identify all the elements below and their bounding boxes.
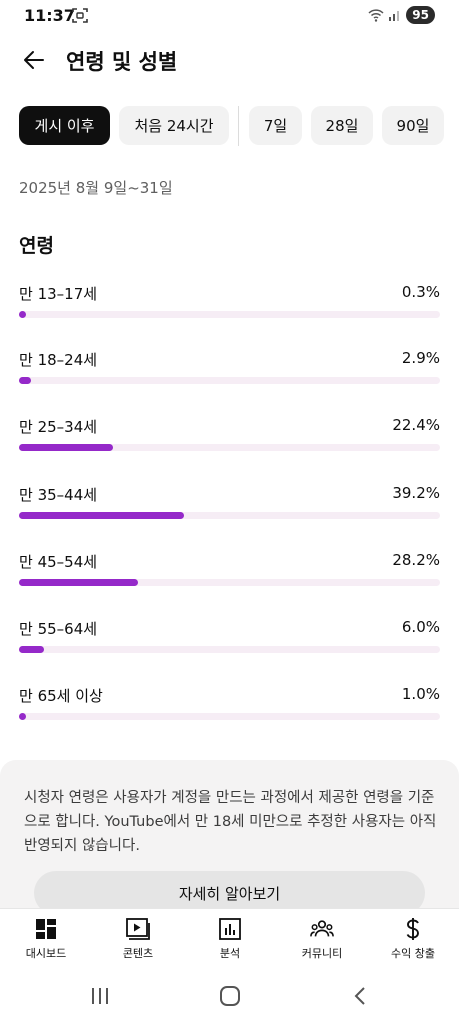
info-text: 시청자 연령은 사용자가 계정을 만드는 과정에서 제공한 연령을 기준으로 합…: [24, 790, 437, 854]
age-label: 만 35–44세: [19, 486, 98, 504]
age-row: 만 13–17세 0.3%: [19, 283, 440, 323]
age-row: 만 65세 이상 1.0%: [19, 685, 440, 725]
chip-7-days[interactable]: 7일: [249, 106, 302, 145]
nav-label: 콘텐츠: [122, 947, 154, 960]
age-label: 만 25–34세: [19, 418, 98, 436]
age-percent: 0.3%: [401, 283, 440, 301]
bar-fill: [19, 444, 114, 451]
bar-fill: [19, 311, 26, 318]
bar-track: [19, 444, 440, 451]
screenshot-icon: [72, 8, 88, 23]
status-bar: 11:37 95: [0, 0, 459, 32]
age-label: 만 65세 이상: [19, 687, 103, 705]
age-percent: 1.0%: [401, 685, 440, 703]
bar-fill: [19, 646, 45, 653]
header: 연령 및 성별: [0, 32, 459, 88]
age-label: 만 18–24세: [19, 351, 98, 369]
age-label: 만 55–64세: [19, 620, 98, 638]
age-row: 만 35–44세 39.2%: [19, 484, 440, 524]
age-section-title: 연령: [19, 235, 54, 257]
bar-track: [19, 512, 440, 519]
date-range: 2025년 8월 9일~31일: [19, 179, 173, 197]
period-chips: 게시 이후 처음 24시간 7일 28일 90일: [19, 106, 459, 146]
nav-label: 대시보드: [25, 947, 67, 960]
content-icon: [126, 917, 150, 941]
status-time: 11:37: [24, 6, 75, 25]
age-row: 만 25–34세 22.4%: [19, 416, 440, 456]
chip-90-days[interactable]: 90일: [382, 106, 444, 145]
age-percent: 2.9%: [401, 349, 440, 367]
recent-apps-button[interactable]: [88, 984, 112, 1008]
recent-apps-icon: [92, 988, 108, 1004]
back-button[interactable]: [16, 42, 52, 78]
back-nav-button[interactable]: [348, 984, 372, 1008]
dashboard-icon: [34, 917, 58, 941]
analytics-icon: [218, 917, 242, 941]
info-card: 시청자 연령은 사용자가 계정을 만드는 과정에서 제공한 연령을 기준으로 합…: [0, 760, 459, 915]
chip-since-published[interactable]: 게시 이후: [19, 106, 110, 145]
battery-indicator: 95: [406, 6, 435, 24]
wifi-icon: [368, 9, 384, 22]
bar-fill: [19, 377, 32, 384]
home-button[interactable]: [218, 984, 242, 1008]
bar-track: [19, 646, 440, 653]
nav-label: 커뮤니티: [301, 947, 343, 960]
age-percent: 6.0%: [401, 618, 440, 636]
age-label: 만 13–17세: [19, 285, 98, 303]
community-icon: [310, 917, 334, 941]
back-chevron-icon: [354, 987, 365, 1005]
age-row: 만 18–24세 2.9%: [19, 349, 440, 389]
system-nav-bar: [0, 964, 459, 1024]
back-arrow-icon: [24, 51, 44, 69]
bar-fill: [19, 713, 26, 720]
nav-item-earn[interactable]: 수익 창출: [367, 909, 459, 965]
age-row: 만 55–64세 6.0%: [19, 618, 440, 658]
age-row: 만 45–54세 28.2%: [19, 551, 440, 591]
home-icon: [220, 986, 240, 1006]
bar-track: [19, 713, 440, 720]
bottom-nav: 대시보드 콘텐츠 분석 커뮤니티 수익 창출: [0, 908, 459, 964]
age-percent: 28.2%: [392, 551, 440, 569]
chip-28-days[interactable]: 28일: [311, 106, 373, 145]
nav-label: 분석: [219, 947, 241, 960]
chip-first-24-hours[interactable]: 처음 24시간: [119, 106, 229, 145]
earn-icon: [401, 917, 425, 941]
nav-label: 수익 창출: [391, 947, 435, 960]
nav-item-content[interactable]: 콘텐츠: [92, 909, 184, 965]
bar-track: [19, 579, 440, 586]
bar-fill: [19, 579, 138, 586]
nav-item-analytics[interactable]: 분석: [184, 909, 276, 965]
bar-fill: [19, 512, 185, 519]
page-title: 연령 및 성별: [66, 50, 178, 74]
status-indicators: 95: [368, 6, 435, 24]
nav-item-community[interactable]: 커뮤니티: [276, 909, 368, 965]
bar-track: [19, 377, 440, 384]
age-percent: 22.4%: [392, 416, 440, 434]
nav-item-dashboard[interactable]: 대시보드: [0, 909, 92, 965]
chip-divider: [238, 106, 239, 146]
age-label: 만 45–54세: [19, 553, 98, 571]
age-percent: 39.2%: [392, 484, 440, 502]
signal-icon: [389, 11, 400, 21]
bar-track: [19, 311, 440, 318]
